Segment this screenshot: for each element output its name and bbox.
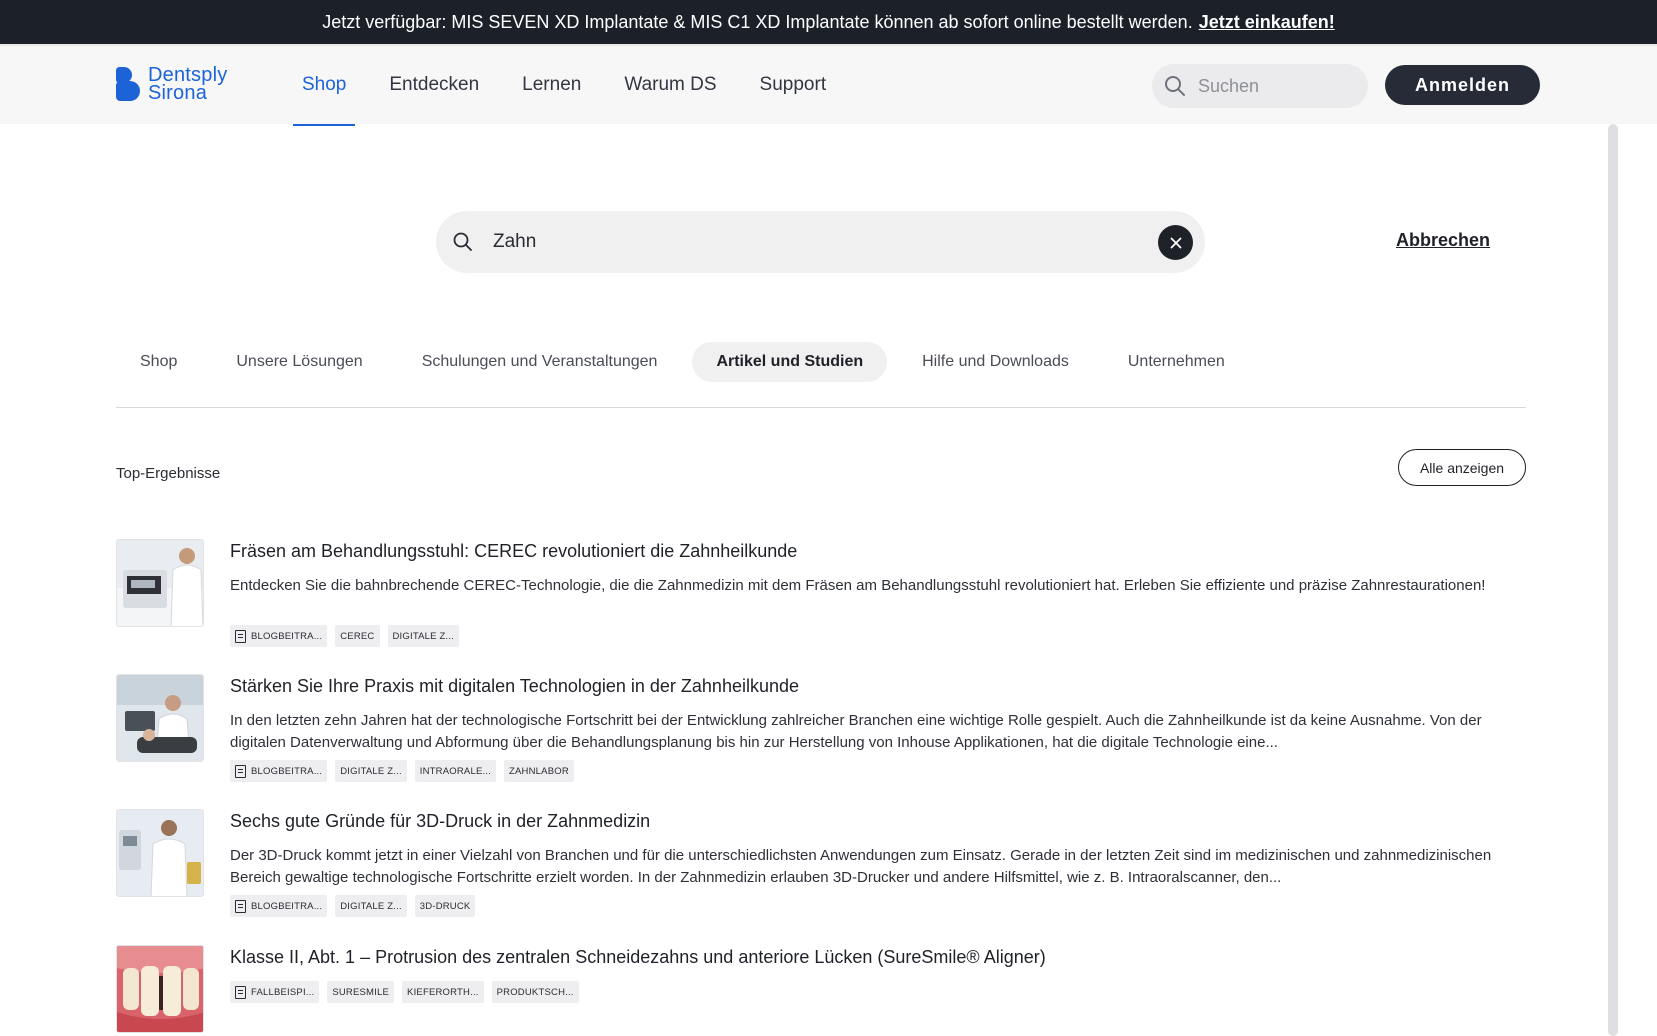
close-icon <box>1170 237 1181 248</box>
announcement-text: Jetzt verfügbar: MIS SEVEN XD Implantate… <box>322 11 1193 32</box>
result-item: Stärken Sie Ihre Praxis mit digitalen Te… <box>116 674 1526 784</box>
main-search-bar <box>436 211 1205 273</box>
result-thumbnail[interactable] <box>116 674 204 762</box>
brand-line-2: Sirona <box>148 82 208 104</box>
result-thumbnail[interactable] <box>116 539 204 627</box>
result-tags: BLOGBEITRA... DIGITALE Z... 3D-DRUCK <box>230 895 476 917</box>
search-icon <box>453 232 472 251</box>
header-search[interactable] <box>1152 64 1368 108</box>
result-tags: BLOGBEITRA... CEREC DIGITALE Z... <box>230 625 460 647</box>
result-title[interactable]: Fräsen am Behandlungsstuhl: CEREC revolu… <box>230 541 797 562</box>
tag-badge: KIEFERORTH... <box>402 981 484 1003</box>
tag-badge: CEREC <box>335 625 380 647</box>
clear-search-button[interactable] <box>1158 225 1193 260</box>
page-scrollbar[interactable] <box>1608 124 1618 1036</box>
tag-badge: SURESMILE <box>327 981 395 1003</box>
result-description: Entdecken Sie die bahnbrechende CEREC-Te… <box>230 577 1486 594</box>
result-item: Klasse II, Abt. 1 – Protrusion des zentr… <box>116 945 1526 1036</box>
tag-badge: DIGITALE Z... <box>335 760 407 782</box>
tag-badge: ZAHNLABOR <box>504 760 574 782</box>
tag-badge: PRODUKTSCH... <box>491 981 579 1003</box>
search-category-tabs: Shop Unsere Lösungen Schulungen und Vera… <box>116 342 1260 382</box>
site-header: Dentsply Sirona Shop Entdecken Lernen Wa… <box>0 44 1657 126</box>
tab-schulungen[interactable]: Schulungen und Veranstaltungen <box>398 342 682 382</box>
brand-wordmark: Dentsply Sirona <box>148 65 227 104</box>
result-thumbnail[interactable] <box>116 809 204 897</box>
main-search-input[interactable] <box>493 227 1113 257</box>
tag-badge: INTRAORALE... <box>414 760 497 782</box>
result-thumbnail[interactable] <box>116 945 204 1033</box>
tag-badge: DIGITALE Z... <box>335 895 407 917</box>
main-nav: Shop Entdecken Lernen Warum DS Support <box>293 46 860 126</box>
header-search-input[interactable] <box>1198 75 1348 97</box>
article-icon <box>235 985 246 999</box>
tag-badge: BLOGBEITRA... <box>230 895 328 917</box>
brand-logo[interactable]: Dentsply Sirona <box>116 65 227 104</box>
nav-item-entdecken[interactable]: Entdecken <box>380 46 488 124</box>
login-button[interactable]: Anmelden <box>1385 65 1540 105</box>
tag-badge: BLOGBEITRA... <box>230 760 328 782</box>
tag-badge: FALLBEISPI... <box>230 981 320 1003</box>
result-description: In den letzten zehn Jahren hat der techn… <box>230 712 1482 751</box>
results-heading: Top-Ergebnisse <box>116 465 221 482</box>
nav-item-shop[interactable]: Shop <box>293 46 356 126</box>
announcement-shop-link[interactable]: Jetzt einkaufen! <box>1199 12 1335 33</box>
tab-shop[interactable]: Shop <box>116 342 201 382</box>
article-icon <box>235 899 246 913</box>
brand-mark-icon <box>116 67 140 101</box>
result-title[interactable]: Stärken Sie Ihre Praxis mit digitalen Te… <box>230 676 799 697</box>
tab-unternehmen[interactable]: Unternehmen <box>1104 342 1249 382</box>
tag-badge: DIGITALE Z... <box>387 625 460 647</box>
tab-artikel-und-studien[interactable]: Artikel und Studien <box>692 342 888 382</box>
article-icon <box>235 629 246 643</box>
tag-badge: BLOGBEITRA... <box>230 625 328 647</box>
result-tags: BLOGBEITRA... DIGITALE Z... INTRAORALE..… <box>230 760 574 782</box>
result-item: Fräsen am Behandlungsstuhl: CEREC revolu… <box>116 539 1526 649</box>
announcement-bar: Jetzt verfügbar: MIS SEVEN XD Implantate… <box>0 0 1657 44</box>
result-item: Sechs gute Gründe für 3D-Druck in der Za… <box>116 809 1526 919</box>
tabs-divider <box>116 407 1526 408</box>
show-all-button[interactable]: Alle anzeigen <box>1398 449 1526 486</box>
tab-hilfe-und-downloads[interactable]: Hilfe und Downloads <box>898 342 1093 382</box>
cancel-search-link[interactable]: Abbrechen <box>1396 230 1490 251</box>
tag-badge: 3D-DRUCK <box>414 895 476 917</box>
article-icon <box>235 764 246 778</box>
tab-unsere-loesungen[interactable]: Unsere Lösungen <box>212 342 386 382</box>
result-title[interactable]: Sechs gute Gründe für 3D-Druck in der Za… <box>230 811 650 832</box>
search-icon <box>1165 76 1185 96</box>
result-description: Der 3D-Druck kommt jetzt in einer Vielza… <box>230 847 1492 886</box>
result-tags: FALLBEISPI... SURESMILE KIEFERORTH... PR… <box>230 981 579 1003</box>
nav-item-lernen[interactable]: Lernen <box>513 46 590 124</box>
nav-item-support[interactable]: Support <box>751 46 836 124</box>
nav-item-warum-ds[interactable]: Warum DS <box>615 46 725 124</box>
result-title[interactable]: Klasse II, Abt. 1 – Protrusion des zentr… <box>230 947 1046 968</box>
